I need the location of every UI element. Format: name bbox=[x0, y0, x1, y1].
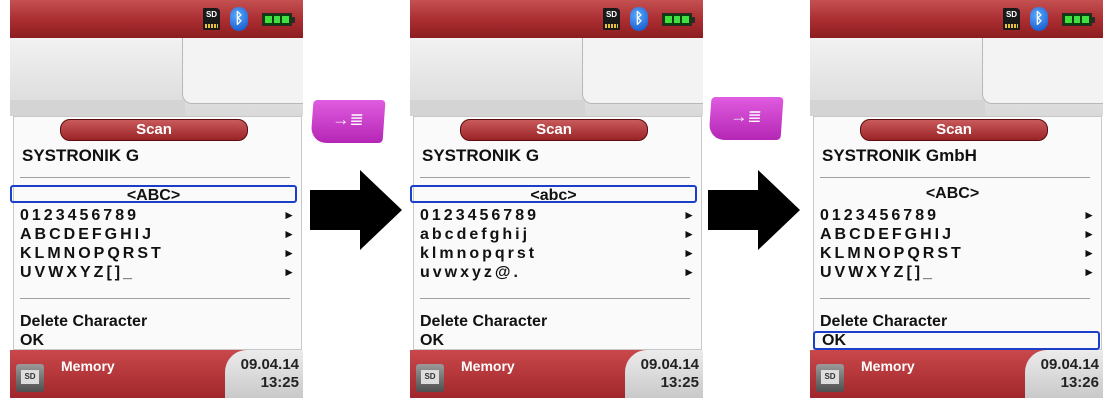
header-area bbox=[410, 38, 703, 116]
datetime-box: 09.04.14 13:26 bbox=[1025, 350, 1103, 398]
divider bbox=[20, 298, 290, 299]
status-bar: SD ᛒ bbox=[10, 0, 303, 38]
status-bar: SD ᛒ bbox=[810, 0, 1103, 38]
row-arrow-icon: ► bbox=[1083, 265, 1095, 279]
row-arrow-icon: ► bbox=[683, 227, 695, 241]
scan-tab[interactable]: Scan bbox=[460, 119, 648, 141]
char-row-text: uvwxyz@. bbox=[420, 264, 521, 281]
char-row-text: klmnopqrst bbox=[420, 245, 538, 262]
char-row-text: KLMNOPQRST bbox=[820, 245, 964, 262]
char-row-3[interactable]: UVWXYZ[]_ ► bbox=[820, 263, 1095, 282]
row-arrow-icon: ► bbox=[283, 265, 295, 279]
time-text: 13:25 bbox=[260, 374, 299, 391]
memory-label[interactable]: Memory bbox=[861, 358, 915, 374]
bluetooth-icon: ᛒ bbox=[230, 7, 248, 31]
header-area bbox=[10, 38, 303, 116]
bluetooth-icon: ᛒ bbox=[1030, 7, 1048, 31]
scan-tab[interactable]: Scan bbox=[60, 119, 248, 141]
scan-tab[interactable]: Scan bbox=[860, 119, 1048, 141]
divider bbox=[20, 177, 290, 178]
char-row-2[interactable]: KLMNOPQRST ► bbox=[820, 244, 1095, 263]
date-text: 09.04.14 bbox=[240, 356, 299, 373]
memory-label[interactable]: Memory bbox=[461, 358, 515, 374]
battery-icon bbox=[1062, 13, 1095, 26]
row-arrow-icon: ► bbox=[283, 246, 295, 260]
char-row-text: 0123456789 bbox=[420, 207, 539, 224]
char-row-digits[interactable]: 0123456789 ► bbox=[820, 206, 1095, 225]
ok-item[interactable]: OK bbox=[20, 331, 295, 350]
char-row-text: KLMNOPQRST bbox=[20, 245, 164, 262]
row-arrow-icon: ► bbox=[683, 246, 695, 260]
divider bbox=[820, 177, 1090, 178]
delete-character-item[interactable]: Delete Character bbox=[820, 312, 1095, 331]
date-text: 09.04.14 bbox=[640, 356, 699, 373]
case-mode-selector[interactable]: <abc> bbox=[410, 185, 697, 204]
ok-item[interactable]: OK bbox=[420, 331, 695, 350]
enter-key-button: →≣ bbox=[310, 100, 386, 143]
char-row-text: 0123456789 bbox=[20, 207, 139, 224]
char-row-text: ABCDEFGHIJ bbox=[20, 226, 155, 243]
divider bbox=[420, 298, 690, 299]
datetime-box: 09.04.14 13:25 bbox=[225, 350, 303, 398]
memory-sd-icon[interactable]: SD bbox=[816, 364, 844, 392]
char-row-2[interactable]: KLMNOPQRST ► bbox=[20, 244, 295, 263]
sd-card-icon: SD bbox=[603, 8, 620, 30]
row-arrow-icon: ► bbox=[1083, 208, 1095, 222]
memory-label[interactable]: Memory bbox=[61, 358, 115, 374]
char-row-digits[interactable]: 0123456789 ► bbox=[20, 206, 295, 225]
sd-card-icon: SD bbox=[203, 8, 220, 30]
bluetooth-icon: ᛒ bbox=[630, 7, 648, 31]
enter-key-button: →≣ bbox=[708, 97, 784, 140]
time-text: 13:25 bbox=[660, 374, 699, 391]
char-row-1[interactable]: abcdefghij ► bbox=[420, 225, 695, 244]
char-row-1[interactable]: ABCDEFGHIJ ► bbox=[20, 225, 295, 244]
memory-sd-icon[interactable]: SD bbox=[16, 364, 44, 392]
date-text: 09.04.14 bbox=[1040, 356, 1099, 373]
case-mode-selector[interactable]: <ABC> bbox=[10, 185, 297, 204]
right-arrow-icon bbox=[310, 170, 402, 250]
row-arrow-icon: ► bbox=[1083, 246, 1095, 260]
ok-item[interactable]: OK bbox=[813, 331, 1100, 350]
char-row-text: abcdefghij bbox=[420, 226, 531, 243]
char-row-3[interactable]: UVWXYZ[]_ ► bbox=[20, 263, 295, 282]
text-field-value[interactable]: SYSTRONIK GmbH bbox=[822, 146, 977, 166]
char-row-text: UVWXYZ[]_ bbox=[20, 264, 135, 281]
sd-card-icon: SD bbox=[1003, 8, 1020, 30]
row-arrow-icon: ► bbox=[683, 265, 695, 279]
text-field-value[interactable]: SYSTRONIK G bbox=[22, 146, 139, 166]
battery-icon bbox=[662, 13, 695, 26]
case-mode-selector[interactable]: <ABC> bbox=[810, 185, 1095, 203]
time-text: 13:26 bbox=[1060, 374, 1099, 391]
row-arrow-icon: ► bbox=[683, 208, 695, 222]
row-arrow-icon: ► bbox=[283, 208, 295, 222]
char-row-3[interactable]: uvwxyz@. ► bbox=[420, 263, 695, 282]
text-field-value[interactable]: SYSTRONIK G bbox=[422, 146, 539, 166]
char-row-text: ABCDEFGHIJ bbox=[820, 226, 955, 243]
header-area bbox=[810, 38, 1103, 116]
delete-character-item[interactable]: Delete Character bbox=[420, 312, 695, 331]
battery-icon bbox=[262, 13, 295, 26]
right-arrow-icon bbox=[708, 170, 800, 250]
row-arrow-icon: ► bbox=[1083, 227, 1095, 241]
char-row-text: 0123456789 bbox=[820, 207, 939, 224]
memory-sd-icon[interactable]: SD bbox=[416, 364, 444, 392]
datetime-box: 09.04.14 13:25 bbox=[625, 350, 703, 398]
char-row-1[interactable]: ABCDEFGHIJ ► bbox=[820, 225, 1095, 244]
device-screen-3: SD ᛒ Scan SYSTRONIK GmbH <ABC> 012345678… bbox=[810, 0, 1103, 398]
row-arrow-icon: ► bbox=[283, 227, 295, 241]
char-row-digits[interactable]: 0123456789 ► bbox=[420, 206, 695, 225]
char-row-2[interactable]: klmnopqrst ► bbox=[420, 244, 695, 263]
char-row-text: UVWXYZ[]_ bbox=[820, 264, 935, 281]
divider bbox=[820, 298, 1090, 299]
status-bar: SD ᛒ bbox=[410, 0, 703, 38]
divider bbox=[420, 177, 690, 178]
delete-character-item[interactable]: Delete Character bbox=[20, 312, 295, 331]
device-screen-2: SD ᛒ Scan SYSTRONIK G <abc> 0123456789 ► … bbox=[410, 0, 703, 398]
device-screen-1: SD ᛒ Scan SYSTRONIK G <ABC> 0123456789 ► … bbox=[10, 0, 303, 398]
